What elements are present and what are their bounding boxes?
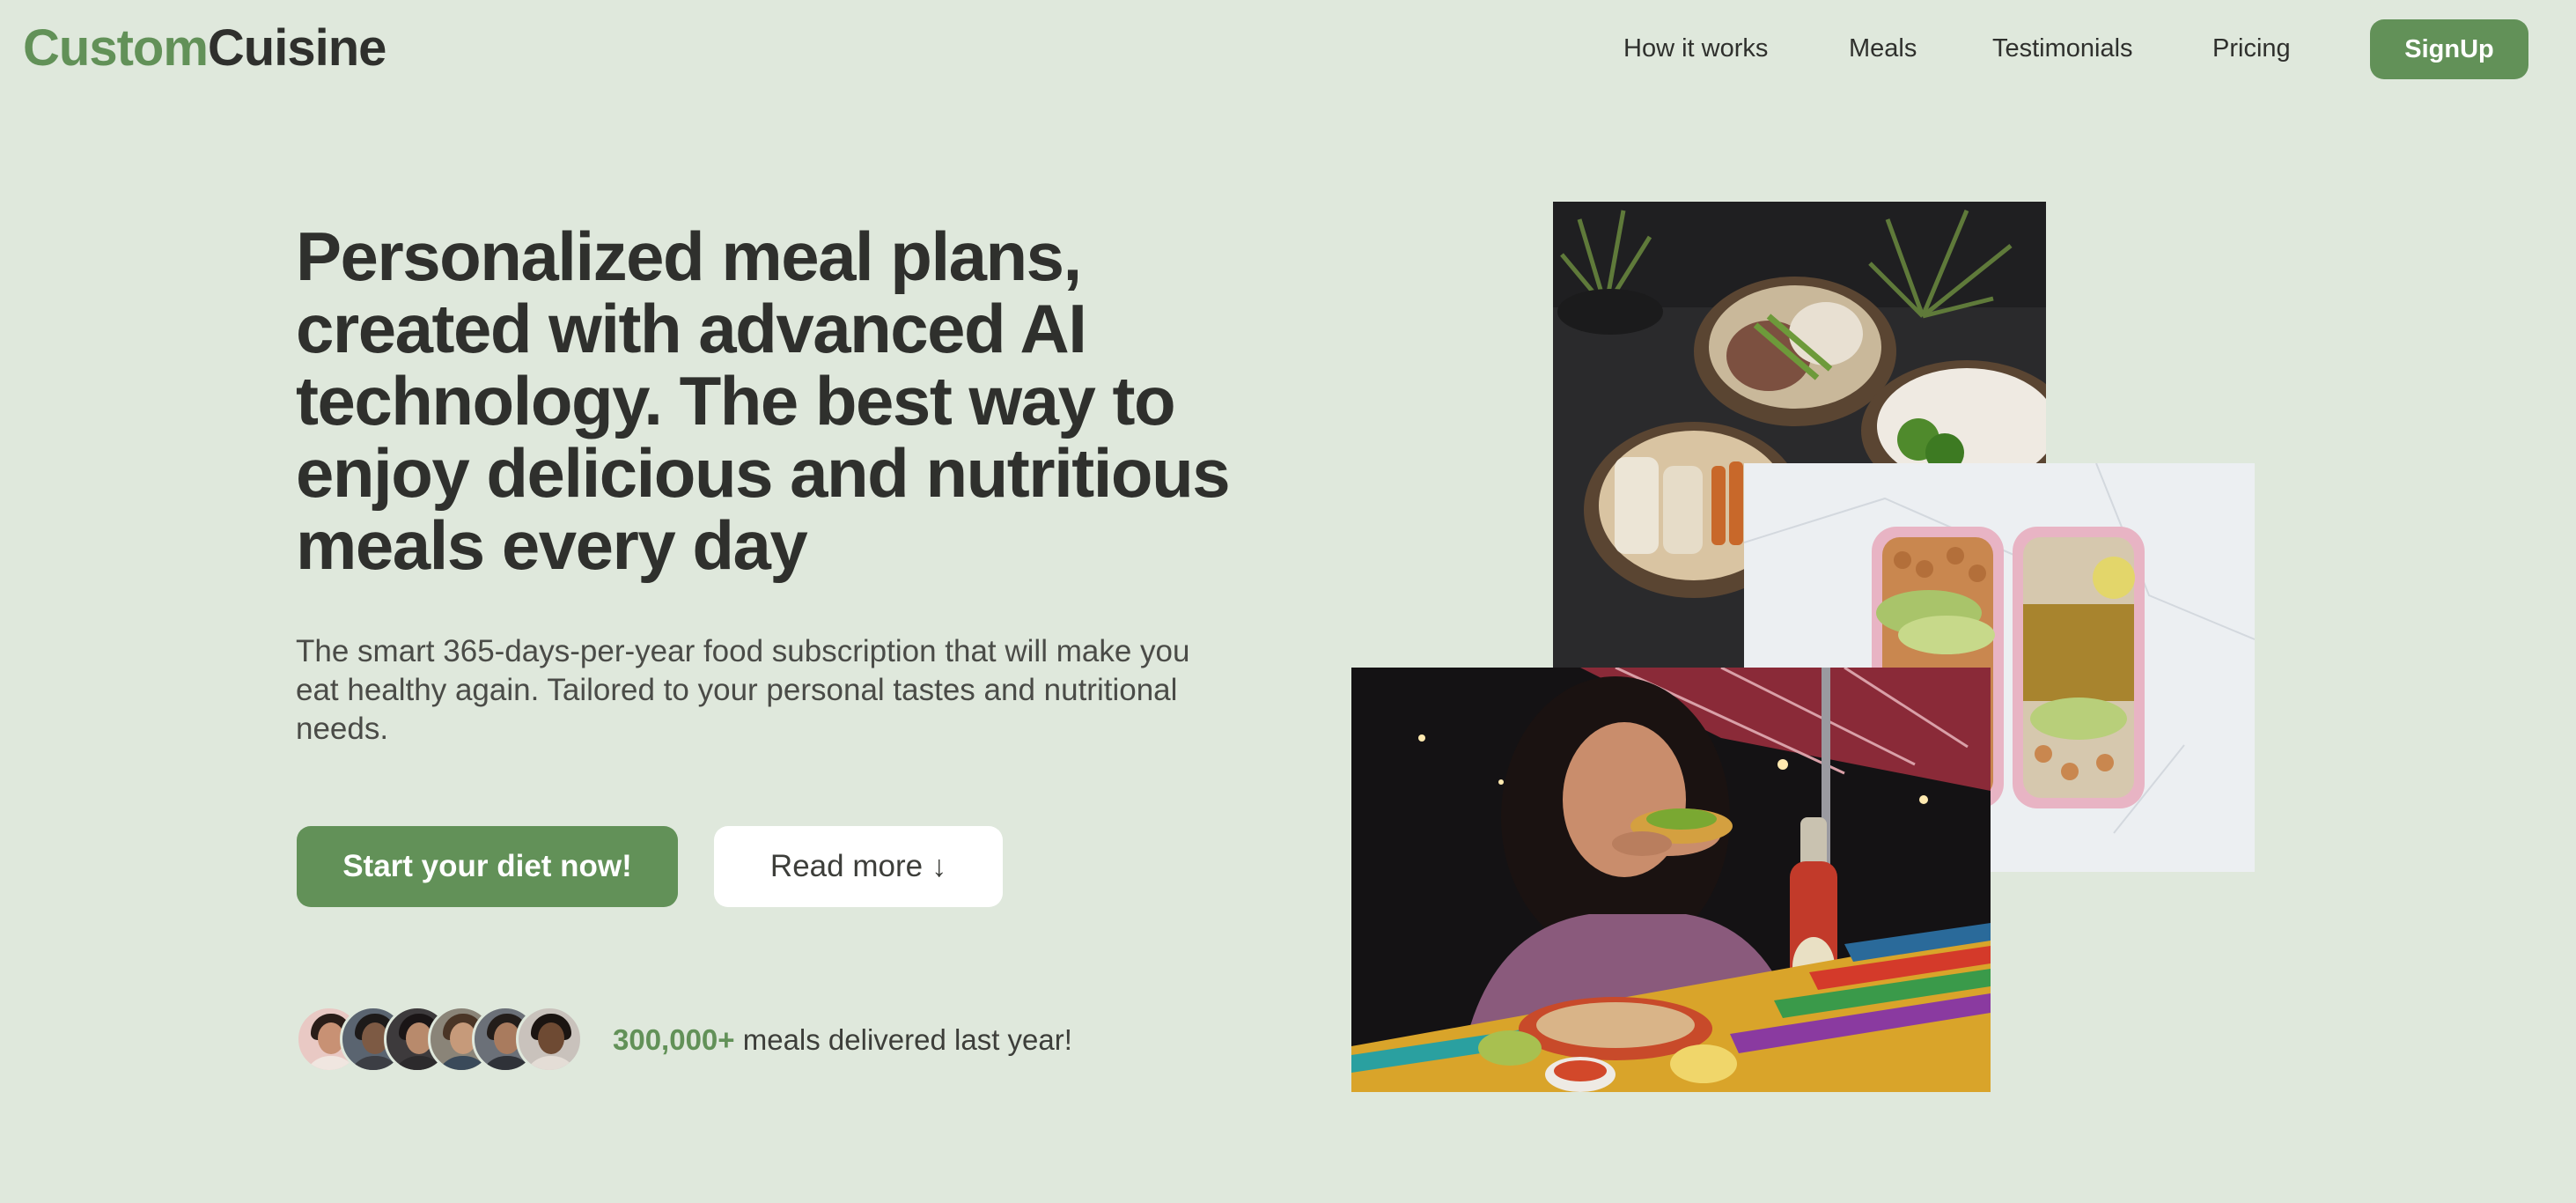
hero-title: Personalized meal plans, created with ad… — [296, 218, 1231, 584]
nav-link-how-it-works[interactable]: How it works — [1623, 26, 1768, 70]
read-more-button[interactable]: Read more ↓ — [714, 826, 1003, 907]
signup-button[interactable]: SignUp — [2370, 19, 2528, 79]
logo-part-custom: Custom — [23, 19, 209, 77]
hero-description: The smart 365-days-per-year food subscri… — [296, 634, 1190, 746]
logo-part-cuisine: Cuisine — [207, 19, 386, 77]
nav-link-meals[interactable]: Meals — [1849, 26, 1917, 70]
woman-eating-taco-photo — [1351, 668, 1991, 1092]
start-diet-button[interactable]: Start your diet now! — [297, 826, 678, 907]
read-more-label: Read more — [769, 849, 924, 883]
customer-avatars — [296, 1006, 595, 1074]
nav-link-pricing[interactable]: Pricing — [2212, 26, 2291, 70]
arrow-down-icon: ↓ — [931, 850, 947, 883]
meals-delivered-text: meals delivered last year! — [734, 1023, 1072, 1056]
brand-logo[interactable]: CustomCuisine — [23, 16, 386, 81]
nav-link-testimonials[interactable]: Testimonials — [1992, 26, 2133, 70]
meals-delivered-stat: 300,000+ meals delivered last year! — [613, 1020, 1072, 1060]
meals-delivered-count: 300,000+ — [613, 1023, 735, 1056]
avatar — [516, 1006, 583, 1073]
